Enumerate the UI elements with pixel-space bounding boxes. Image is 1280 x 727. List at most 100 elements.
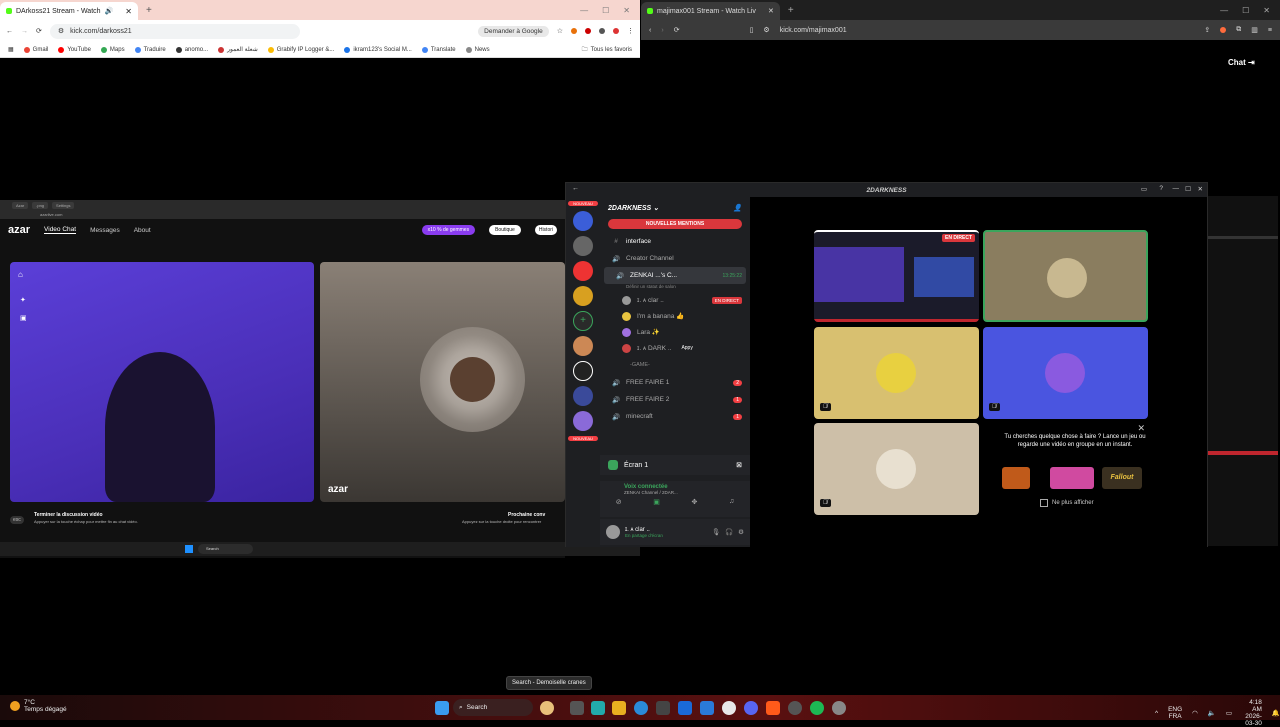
extension-icon[interactable] — [599, 28, 605, 34]
avatar[interactable] — [606, 525, 620, 539]
close-tab-icon[interactable]: ✕ — [768, 7, 774, 15]
share-icon[interactable]: ⇪ — [1204, 26, 1210, 34]
spotify-icon[interactable] — [810, 701, 824, 715]
app-icon[interactable] — [700, 701, 714, 715]
channel-zenkai[interactable]: 🔊 ZENKAI ...'s C... 13:25:22 — [604, 267, 746, 284]
bookmark-star-icon[interactable]: ☆ — [557, 27, 563, 35]
back-icon[interactable]: ‹ — [649, 27, 651, 34]
bookmark-icon[interactable]: ▯ — [750, 26, 754, 34]
screen-share-panel[interactable]: Écran 1 ⊠ — [600, 455, 750, 475]
bookmark-item[interactable]: Traduire — [134, 46, 166, 53]
clock[interactable]: 4:18 AM 2026-03-30 — [1242, 699, 1262, 727]
menu-icon[interactable]: ≡ — [1268, 27, 1272, 34]
nav-about[interactable]: About — [134, 227, 151, 234]
server-icon[interactable] — [573, 286, 593, 306]
history-button[interactable]: Histori — [534, 225, 557, 235]
start-icon[interactable] — [435, 701, 449, 715]
weather-widget[interactable]: 7°C Temps dégagé — [10, 699, 67, 713]
settings-icon[interactable] — [832, 701, 846, 715]
maximize-icon[interactable]: ☐ — [602, 6, 609, 15]
extension-icon[interactable] — [613, 28, 619, 34]
edge-icon[interactable] — [634, 701, 648, 715]
bookmark-item[interactable]: News — [465, 46, 490, 53]
close-tab-icon[interactable]: ✕ — [125, 7, 132, 16]
copilot-icon[interactable] — [591, 701, 605, 715]
activities-icon[interactable]: ✥ — [691, 498, 697, 506]
search-box[interactable]: ⌕ Search — [453, 699, 533, 716]
battery-icon[interactable]: ▭ — [1226, 709, 1232, 717]
mail-icon[interactable] — [678, 701, 692, 715]
category-game[interactable]: -GAME- — [600, 356, 750, 374]
store-icon[interactable] — [656, 701, 670, 715]
headset-icon[interactable]: 🎧 — [725, 528, 733, 536]
server-icon[interactable] — [573, 236, 593, 256]
volume-icon[interactable]: 🔈 — [1208, 709, 1216, 717]
language-indicator[interactable]: ENG FRA — [1168, 706, 1182, 720]
back-icon[interactable]: ← — [6, 28, 13, 35]
brave-shield-icon[interactable] — [1220, 27, 1227, 33]
discord-icon[interactable] — [744, 701, 758, 715]
stream-tile[interactable]: EN DIRECT — [814, 230, 979, 322]
extensions-icon[interactable]: ⧉ — [1236, 26, 1241, 34]
new-tab-button[interactable]: + — [146, 5, 152, 16]
chevron-up-icon[interactable]: ^ — [1155, 710, 1158, 717]
bookmark-item[interactable]: anomo... — [175, 46, 208, 53]
user-tile[interactable]: 🎙̸ — [814, 423, 979, 515]
user-tile[interactable]: 🎙̸ — [983, 327, 1148, 419]
voice-user[interactable]: Lara ✨ — [600, 324, 750, 340]
back-icon[interactable]: ← — [572, 185, 579, 192]
dont-show-checkbox[interactable]: Ne plus afficher — [1040, 499, 1094, 507]
voice-user[interactable]: ɪ. ᴀ DARK .. Appy — [600, 340, 750, 356]
menu-icon[interactable]: ⋮ — [627, 27, 634, 35]
bookmark-item[interactable]: Maps — [100, 46, 125, 53]
channel-minecraft[interactable]: 🔊 minecraft 1 — [600, 408, 750, 425]
soundboard-icon[interactable]: ♫ — [729, 498, 734, 506]
boutique-button[interactable]: Boutique — [489, 225, 521, 235]
new-tab-button[interactable]: + — [788, 5, 794, 16]
screen-share-icon[interactable]: ▣ — [653, 498, 660, 506]
chrome-icon[interactable] — [722, 701, 736, 715]
minimize-icon[interactable]: — — [580, 6, 588, 15]
file-explorer-icon[interactable] — [612, 701, 626, 715]
forward-icon[interactable]: › — [661, 27, 663, 34]
user-tile[interactable]: 🎙̸ — [814, 327, 979, 419]
user-tile[interactable] — [983, 230, 1148, 322]
voice-connected[interactable]: Voix connectée — [600, 481, 750, 490]
bookmark-item[interactable]: YouTube — [58, 46, 91, 53]
wifi-icon[interactable]: ◠ — [1192, 709, 1198, 717]
inbox-icon[interactable]: ▭ — [1141, 185, 1147, 193]
channel-interface[interactable]: # interface — [600, 233, 750, 250]
bookmark-item[interactable]: شعلة العمور — [218, 46, 258, 53]
server-icon[interactable] — [573, 361, 593, 381]
close-icon[interactable]: ✕ — [1198, 185, 1203, 193]
help-icon[interactable]: ? — [1159, 185, 1163, 192]
bookmark-item[interactable]: Translate — [421, 46, 456, 53]
end-chat-title[interactable]: Terminer la discussion vidéo — [34, 512, 103, 518]
channel-status[interactable]: Définir un statut de salon — [600, 284, 750, 292]
maximize-icon[interactable]: ☐ — [1185, 185, 1191, 193]
server-icon[interactable] — [573, 261, 593, 281]
server-header[interactable]: 2DARKNESS ⌄ 👤 — [600, 197, 750, 219]
mic-icon[interactable]: 🎙 — [712, 528, 720, 536]
voice-user[interactable]: I'm a banana 👍 — [600, 308, 750, 324]
close-icon[interactable]: ✕ — [623, 6, 630, 15]
server-icon[interactable] — [573, 336, 593, 356]
bookmark-item[interactable]: Gmail — [23, 46, 48, 53]
close-icon[interactable]: ✕ — [1263, 6, 1270, 15]
channel-creator[interactable]: 🔊 Creator Channel — [600, 250, 750, 267]
server-icon[interactable] — [573, 411, 593, 431]
ask-google-button[interactable]: Demander à Google — [478, 25, 549, 37]
address-bar[interactable]: ⚙ kick.com/darkoss21 — [49, 23, 300, 39]
channel-ff2[interactable]: 🔊 FREE FAIRE 21 — [600, 391, 750, 408]
apps-icon[interactable]: ▦ — [8, 46, 14, 53]
activity-tile[interactable]: Fallout — [1102, 467, 1142, 489]
minimize-icon[interactable]: — — [1173, 185, 1180, 192]
bookmark-item[interactable]: Grabify IP Logger &... — [267, 46, 334, 53]
activity-tile[interactable] — [1002, 467, 1030, 489]
maximize-icon[interactable]: ☐ — [1242, 6, 1249, 15]
minimize-icon[interactable]: — — [1220, 6, 1228, 15]
filter-icon[interactable]: ▣ — [20, 314, 27, 322]
chat-toggle-button[interactable]: Chat ⇥ — [1228, 58, 1255, 67]
forward-icon[interactable]: → — [21, 28, 28, 35]
channel-ff1[interactable]: 🔊 FREE FAIRE 12 — [600, 374, 750, 391]
